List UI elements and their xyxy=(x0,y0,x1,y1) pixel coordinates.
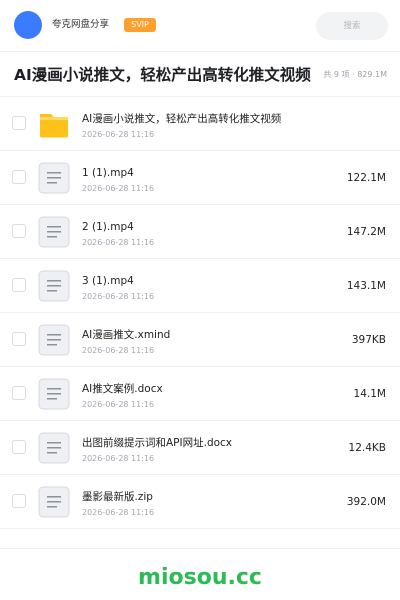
search-input[interactable]: 搜索 xyxy=(316,12,388,40)
file-name: 出图前缀提示词和API网址.docx xyxy=(82,437,233,449)
file-name: 1 (1).mp4 xyxy=(82,167,134,179)
item-count: 共 9 项 · 829.1M xyxy=(323,70,387,79)
file-size: 14.1M xyxy=(353,388,386,400)
file-icon xyxy=(38,378,70,410)
file-icon xyxy=(38,432,70,464)
file-date: 2026-06-28 11:16 xyxy=(82,454,155,463)
checkbox[interactable] xyxy=(12,170,26,184)
checkbox[interactable] xyxy=(12,494,26,508)
file-list: AI漫画小说推文，轻松产出高转化推文视频 2026-06-28 11:16 1 … xyxy=(0,97,400,529)
file-date: 2026-06-28 11:16 xyxy=(82,346,155,355)
list-item[interactable]: 墨影最新版.zip 2026-06-28 11:16 392.0M xyxy=(0,475,400,529)
checkbox[interactable] xyxy=(12,332,26,346)
list-item[interactable]: 1 (1).mp4 2026-06-28 11:16 122.1M xyxy=(0,151,400,205)
file-date: 2026-06-28 11:16 xyxy=(82,238,155,247)
file-name: AI漫画小说推文，轻松产出高转化推文视频 xyxy=(82,113,282,125)
share-title: AI漫画小说推文，轻松产出高转化推文视频 xyxy=(14,66,311,84)
list-item[interactable]: 出图前缀提示词和API网址.docx 2026-06-28 11:16 12.4… xyxy=(0,421,400,475)
checkbox[interactable] xyxy=(12,116,26,130)
list-item[interactable]: 2 (1).mp4 2026-06-28 11:16 147.2M xyxy=(0,205,400,259)
svip-badge: SVIP xyxy=(124,18,156,32)
list-item[interactable]: AI漫画推文.xmind 2026-06-28 11:16 397KB xyxy=(0,313,400,367)
file-icon xyxy=(38,270,70,302)
file-name: 墨影最新版.zip xyxy=(82,491,153,503)
file-date: 2026-06-28 11:16 xyxy=(82,400,155,409)
file-icon xyxy=(38,324,70,356)
checkbox[interactable] xyxy=(12,440,26,454)
checkbox[interactable] xyxy=(12,278,26,292)
file-date: 2026-06-28 11:16 xyxy=(82,130,155,139)
file-name: AI推文案例.docx xyxy=(82,383,163,395)
file-icon xyxy=(38,216,70,248)
file-size: 12.4KB xyxy=(348,442,386,454)
file-size: 143.1M xyxy=(346,280,386,292)
watermark: miosou.cc xyxy=(138,565,262,590)
checkbox[interactable] xyxy=(12,386,26,400)
file-size: 122.1M xyxy=(346,172,386,184)
avatar[interactable] xyxy=(14,11,42,39)
file-name: AI漫画推文.xmind xyxy=(82,329,171,341)
file-date: 2026-06-28 11:16 xyxy=(82,508,155,517)
folder-icon xyxy=(40,114,68,138)
checkbox[interactable] xyxy=(12,224,26,238)
file-size: 147.2M xyxy=(346,226,386,238)
file-date: 2026-06-28 11:16 xyxy=(82,184,155,193)
list-item[interactable]: 3 (1).mp4 2026-06-28 11:16 143.1M xyxy=(0,259,400,313)
file-size: 397KB xyxy=(351,334,386,346)
file-icon xyxy=(38,486,70,518)
file-name: 3 (1).mp4 xyxy=(82,275,134,287)
file-date: 2026-06-28 11:16 xyxy=(82,292,155,301)
file-name: 2 (1).mp4 xyxy=(82,221,134,233)
file-size: 392.0M xyxy=(346,496,386,508)
username: 夸克网盘分享 xyxy=(52,19,110,30)
list-item[interactable]: AI推文案例.docx 2026-06-28 11:16 14.1M xyxy=(0,367,400,421)
file-icon xyxy=(38,162,70,194)
list-item[interactable]: AI漫画小说推文，轻松产出高转化推文视频 2026-06-28 11:16 xyxy=(0,97,400,151)
top-bar: 夸克网盘分享 SVIP 搜索 xyxy=(0,0,400,52)
